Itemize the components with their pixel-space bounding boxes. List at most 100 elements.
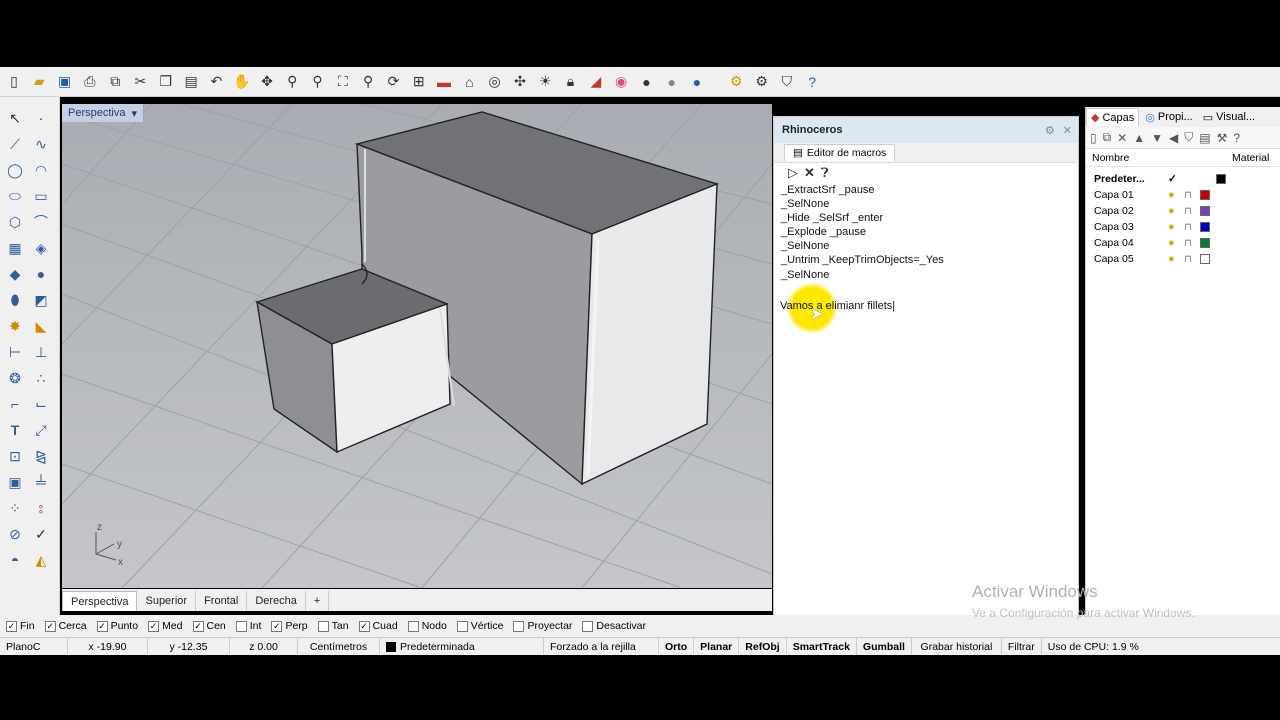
perspective-viewport[interactable]: z y x [62, 104, 772, 588]
move-down-icon[interactable]: ▼ [1151, 131, 1163, 145]
gumball-toggle[interactable]: Gumball [857, 638, 912, 655]
viewport-dropdown-icon[interactable]: ▾ [131, 107, 137, 120]
osnap-punto[interactable]: ✓ Punto [96, 620, 138, 632]
snapshot-icon[interactable]: ◎ [484, 71, 506, 93]
osnap-checkbox[interactable] [235, 620, 247, 632]
run-macro-icon[interactable]: ▷ [788, 165, 798, 181]
refobj-toggle[interactable]: RefObj [739, 638, 787, 655]
filter-icon[interactable]: ⛉ [1184, 130, 1193, 145]
tab-superior[interactable]: Superior [137, 591, 197, 611]
zoom-icon[interactable]: ⚲ [281, 71, 303, 93]
rectangle-icon[interactable]: ▭ [30, 185, 52, 207]
record-history-toggle[interactable]: Grabar historial [912, 638, 1002, 655]
new-layer-icon[interactable]: ▯ [1090, 131, 1097, 145]
import-icon[interactable]: ⧉ [104, 71, 126, 93]
viewport-layout-icon[interactable]: ⊞ [408, 71, 430, 93]
filter-toggle[interactable]: Filtrar [1002, 638, 1042, 655]
tab-capas[interactable]: ◆ Capas [1086, 108, 1140, 126]
undo-icon[interactable]: ↶ [205, 71, 227, 93]
color-wheel-icon[interactable]: ◉ [610, 71, 632, 93]
osnap-desactivar[interactable]: Desactivar [582, 620, 646, 632]
tab-editor-de-macros[interactable]: ▤ Editor de macros [784, 144, 896, 161]
move-view-icon[interactable]: ✥ [256, 71, 278, 93]
toolbar-layout-icon[interactable]: ⛉ [776, 71, 798, 93]
curve-icon[interactable]: ∿ [30, 133, 52, 155]
unlock-icon[interactable]: ⊓ [1184, 238, 1200, 249]
shaded-sphere-icon[interactable]: ● [635, 71, 657, 93]
points-cloud-icon[interactable]: ∴ [30, 367, 52, 389]
osnap-checkbox[interactable]: ✓ [44, 620, 56, 632]
surface-grid-icon[interactable]: ▦ [4, 237, 26, 259]
layer-color-swatch[interactable] [1200, 222, 1210, 232]
tab-frontal[interactable]: Frontal [196, 591, 248, 611]
light-bulb-icon[interactable]: ● [1168, 253, 1184, 265]
circle-icon[interactable]: ◯ [4, 159, 26, 181]
layer-row-default[interactable]: Predeter... ✓ [1086, 171, 1280, 187]
dimension-chain-icon[interactable]: ╧ [30, 471, 52, 493]
osnap-int[interactable]: Int [235, 620, 261, 632]
open-folder-icon[interactable]: ▰ [28, 71, 50, 93]
polygon-icon[interactable]: ⬡ [4, 211, 26, 233]
help-icon[interactable]: ? [801, 71, 823, 93]
sharp-edge-icon[interactable]: ◣ [30, 315, 52, 337]
osnap-cerca[interactable]: ✓ Cerca [44, 620, 87, 632]
osnap-checkbox[interactable]: ✓ [192, 620, 204, 632]
column-material[interactable]: Material [1232, 152, 1269, 164]
extrude-icon[interactable]: ◩ [30, 289, 52, 311]
unlock-icon[interactable]: ⊓ [1184, 254, 1200, 265]
mirror-icon[interactable]: ⧎ [30, 445, 52, 467]
osnap-perp[interactable]: ✓ Perp [271, 620, 308, 632]
grid-array-icon[interactable]: ⁘ [4, 497, 26, 519]
osnap-nodo[interactable]: Nodo [407, 620, 447, 632]
unlock-icon[interactable]: ⊓ [1184, 222, 1200, 233]
move-up-icon[interactable]: ▲ [1133, 131, 1145, 145]
tab-propiedades[interactable]: ◎ Propi... [1141, 109, 1196, 126]
layer-help-icon[interactable]: ? [1233, 131, 1240, 145]
tab-visualizacion[interactable]: ▭ Visual... [1199, 109, 1259, 126]
diagnostic-icon[interactable]: ⊘ [4, 523, 26, 545]
osnap-checkbox[interactable]: ✓ [6, 620, 17, 632]
osnap-checkbox[interactable]: ✓ [148, 620, 160, 632]
osnap-cuad[interactable]: ✓ Cuad [358, 620, 398, 632]
split-icon[interactable]: ⌙ [30, 393, 52, 415]
zoom-selected-icon[interactable]: ⚲ [357, 71, 379, 93]
layer-row[interactable]: Capa 03 ● ⊓ [1086, 219, 1280, 235]
macro-help-icon[interactable]: ❓︎ [821, 165, 829, 181]
smarttrack-toggle[interactable]: SmartTrack [787, 638, 857, 655]
viewport-title-tab[interactable]: Perspectiva ▾ [62, 104, 145, 122]
cplane-status[interactable]: PlanoC [0, 638, 68, 655]
zoom-window-icon[interactable]: ⚲ [307, 71, 329, 93]
unlock-icon[interactable]: ⊓ [1184, 206, 1200, 217]
text-icon[interactable]: T [4, 419, 26, 441]
cut-icon[interactable]: ✂ [129, 71, 151, 93]
layer-tool-icon[interactable]: ▤ [1199, 131, 1210, 145]
save-icon[interactable]: ▣ [54, 71, 76, 93]
osnap-checkbox[interactable] [407, 620, 419, 632]
pan-hand-icon[interactable]: ✋ [231, 71, 253, 93]
print-icon[interactable]: ⎙ [79, 71, 101, 93]
cplane-icon[interactable]: ✣ [509, 71, 531, 93]
light-bulb-icon[interactable]: ● [1168, 205, 1184, 217]
osnap-checkbox[interactable] [513, 620, 525, 632]
osnap-med[interactable]: ✓ Med [148, 620, 183, 632]
paste-icon[interactable]: ▤ [180, 71, 202, 93]
panel-settings-gear-icon[interactable]: ⚙ [1045, 124, 1055, 137]
point-icon[interactable]: · [30, 107, 52, 129]
planar-toggle[interactable]: Planar [694, 638, 740, 655]
light-bulb-icon[interactable]: ● [1168, 237, 1184, 249]
copy-icon[interactable]: ❐ [155, 71, 177, 93]
boolean-icon[interactable]: ❂ [4, 367, 26, 389]
render-tool-icon[interactable]: ◓ [4, 549, 26, 571]
osnap-checkbox[interactable] [317, 620, 329, 632]
osnap-vrtice[interactable]: Vértice [456, 620, 503, 632]
rendered-sphere-icon[interactable]: ● [661, 71, 683, 93]
car-icon[interactable]: ▬ [433, 71, 455, 93]
ellipse-icon[interactable]: ⬭ [4, 185, 26, 207]
transform-icon[interactable]: ⤢ [30, 419, 52, 441]
osnap-checkbox[interactable] [456, 620, 468, 632]
layer-row[interactable]: Capa 05 ● ⊓ [1086, 251, 1280, 267]
polyline-icon[interactable]: ⟋ [4, 133, 26, 155]
array-icon[interactable]: ⊡ [4, 445, 26, 467]
layer-row[interactable]: Capa 02 ● ⊓ [1086, 203, 1280, 219]
trim-icon[interactable]: ⌐ [4, 393, 26, 415]
